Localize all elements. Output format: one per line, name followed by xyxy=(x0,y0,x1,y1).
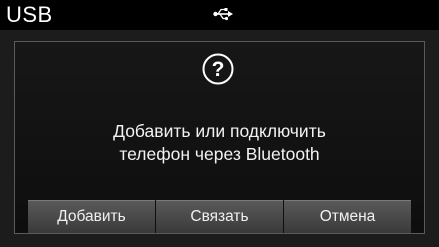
message-line-1: Добавить или подключить xyxy=(113,121,326,141)
message-line-2: телефон через Bluetooth xyxy=(119,144,320,164)
bluetooth-dialog: ? Добавить или подключить телефон через … xyxy=(14,41,425,234)
dialog-buttons: Добавить Связать Отмена xyxy=(28,200,411,233)
add-button[interactable]: Добавить xyxy=(28,200,155,233)
source-title: USB xyxy=(6,2,53,27)
question-icon: ? xyxy=(202,53,234,85)
screen: USB ? Добавить или подключить телефон че… xyxy=(0,0,439,247)
usb-icon xyxy=(213,8,233,21)
cancel-button[interactable]: Отмена xyxy=(284,200,411,233)
connect-button[interactable]: Связать xyxy=(156,200,283,233)
svg-text:?: ? xyxy=(212,58,225,81)
top-bar: USB xyxy=(0,0,439,30)
dialog-message: Добавить или подключить телефон через Bl… xyxy=(15,120,424,166)
